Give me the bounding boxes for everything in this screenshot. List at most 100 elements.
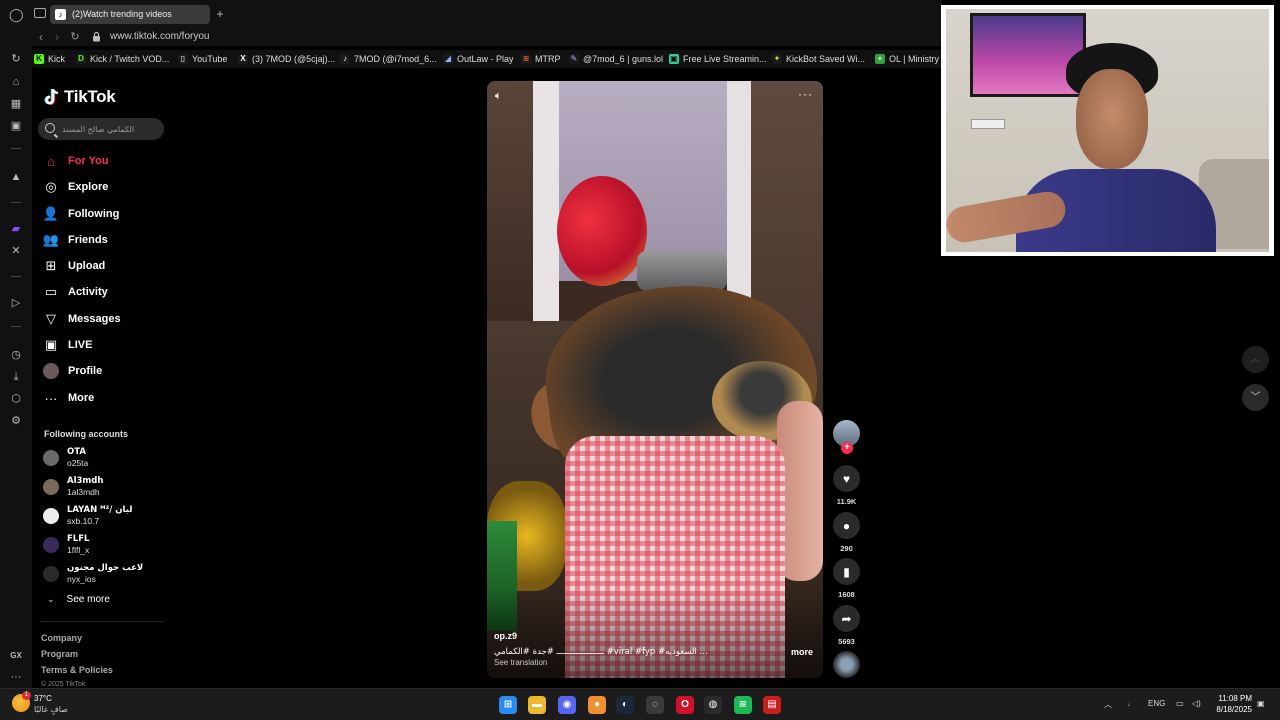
nav-label: Messages [68,313,121,325]
nav-item-messages[interactable]: ▽ Messages [43,309,121,329]
search-box[interactable] [38,118,164,140]
taskbar-file-explorer-icon[interactable]: ▬ [528,696,546,714]
search-input[interactable] [62,122,158,136]
taskbar-steam-icon[interactable]: ◐ [616,696,634,714]
nav-item-explore[interactable]: ◎ Explore [43,177,108,197]
bookmark-item[interactable]: ≋ MTRP [521,52,561,66]
nav-item-friends[interactable]: 👥 Friends [43,230,108,250]
taskbar-spotify-icon[interactable]: ≋ [734,696,752,714]
bookmark-item[interactable]: ▯ YouTube [178,52,227,66]
account-name: OTA [67,447,86,457]
briefcase-icon[interactable]: ⌂ [9,75,23,89]
weather-description: صافٍ غالبًا [34,705,68,714]
history-icon[interactable]: ◷ [9,348,23,362]
nav-label: Profile [68,365,103,377]
nav-item-more[interactable]: ··· More [43,388,95,408]
bookmark-item[interactable]: D Kick / Twitch VOD... [76,52,169,66]
see-translation-link[interactable]: See translation [494,658,547,667]
nav-item-upload[interactable]: ⊞ Upload [43,256,106,276]
tray-chevron-up-icon[interactable]: ︿ [1104,699,1112,710]
notifications-icon[interactable]: ▣ [1257,699,1265,708]
nav-label: LIVE [68,339,93,351]
account-avatar [43,566,59,582]
tiktok-logo[interactable]: TikTok [43,86,116,108]
language-indicator[interactable]: ENG [1148,699,1165,708]
taskbar-opera-gx-icon[interactable]: ◌ [646,696,664,714]
nav-item-for-you[interactable]: ⌂ For You [43,151,108,171]
caption-more-button[interactable]: more [791,647,813,657]
back-button[interactable]: ‹ [34,29,48,45]
reload-button[interactable]: ↻ [68,29,82,45]
video-more-options-icon[interactable]: ··· [798,87,813,101]
bookmark-item[interactable]: X (3) 7MOD (@5cjaj)... [238,52,335,66]
video-author[interactable]: op.z9 [494,631,517,641]
opera-logo-icon[interactable]: ◯ [9,8,24,22]
bookmark-item[interactable]: ♪ 7MOD (@i7mod_6... [340,52,437,66]
nav-item-profile[interactable]: ● Profile [43,361,102,381]
twitch-icon[interactable]: ▰ [9,222,23,236]
upload-icon: ⊞ [45,258,57,273]
video-player[interactable]: 🔈︎ ··· op.z9 ـــــــــــــــــــ #جدة #ا… [487,81,823,678]
bookmark-item[interactable]: ✦ KickBot Saved Wi... [772,52,865,66]
microphone-icon[interactable]: ♩ [1127,699,1135,708]
account-name: Al3mdh [67,476,104,486]
tab-tiktok[interactable]: ♪ (2)Watch trending videos [50,5,210,24]
download-icon[interactable]: ⤓ [9,370,23,384]
bookmark-item[interactable]: K Kick [34,52,65,66]
share-button[interactable]: ➦ [833,605,860,632]
x-twitter-icon[interactable]: ✕ [9,244,23,258]
more-icon: ··· [44,390,58,406]
taskbar-app-circle-icon[interactable]: ◍ [704,696,722,714]
windows-taskbar: 1 37°C صافٍ غالبًا ⊞ ▬ ◉ ● ◐ ◌ O ◍ ≋ ▤ ︿ ♩ ENG ▭ … [0,688,1280,720]
taskbar-app-tile-icon[interactable]: ▤ [763,696,781,714]
comment-button[interactable]: ● [833,512,860,539]
tab-list-icon[interactable] [34,8,46,18]
gx-corner-icon[interactable]: GX [9,649,23,663]
account-handle: 1al3mdh [67,487,100,497]
clock-time[interactable]: 11:08 PM [1214,694,1252,703]
refresh-icon[interactable]: ↻ [9,52,23,66]
aria-icon[interactable]: ▲ [9,170,23,184]
gamepad-icon[interactable]: ▦ [9,97,23,111]
volume-icon[interactable]: 🔈︎ [495,89,509,103]
volume-tray-icon[interactable]: ◁) [1192,699,1201,708]
url-field[interactable]: www.tiktok.com/foryou [110,30,209,44]
bookmark-item[interactable]: ◢ OutLaw - Play [443,52,514,66]
like-button[interactable]: ♥ [833,465,860,492]
network-icon[interactable]: ▭ [1176,699,1184,708]
bookmark-favicon-icon: ✦ [772,54,782,64]
bookmark-item[interactable]: ▣ Free Live Streamin... [669,52,767,66]
nav-item-activity[interactable]: ▭ Activity [43,282,108,302]
bookmark-label: KickBot Saved Wi... [786,54,866,64]
taskbar-app-orange-icon[interactable]: ● [588,696,606,714]
see-more-button[interactable]: ⌄ See more [47,594,110,605]
clock-date[interactable]: 8/18/2025 [1210,705,1252,714]
music-disc-icon[interactable] [833,651,860,678]
nav-item-following[interactable]: 👤 Following [43,204,119,224]
video-scene [533,81,559,326]
player-icon[interactable]: ▷ [9,296,23,310]
weather-temperature[interactable]: 37°C [34,694,52,703]
footer-terms-link[interactable]: Terms & Policies [41,665,113,675]
forward-button[interactable]: › [50,29,64,45]
next-video-button[interactable]: ﹀ [1242,384,1269,411]
bookmark-item[interactable]: + OL | Ministry o [875,52,942,66]
taskbar-opera-icon[interactable]: O [676,696,694,714]
taskbar-discord-icon[interactable]: ◉ [558,696,576,714]
save-button[interactable]: ▮ [833,558,860,585]
tiktok-favicon-icon: ♪ [55,9,66,20]
new-tab-button[interactable]: + [213,7,227,21]
tiktok-note-icon [44,89,59,105]
extensions-icon[interactable]: ⬡ [9,392,23,406]
previous-video-button[interactable]: ︿ [1242,346,1269,373]
nav-item-live[interactable]: ▣ LIVE [43,335,93,355]
nav-label: Following [68,208,120,220]
follow-button[interactable]: + [841,442,853,454]
more-dots-icon[interactable]: ··· [9,670,23,684]
settings-gear-icon[interactable]: ⚙ [9,414,23,428]
taskbar-start-button-icon[interactable]: ⊞ [499,696,517,714]
messenger-icon[interactable]: ▣ [9,119,23,133]
bookmark-item[interactable]: ✎ @7mod_6 | guns.lol [569,52,663,66]
footer-company-link[interactable]: Company [41,633,82,643]
footer-program-link[interactable]: Program [41,649,78,659]
